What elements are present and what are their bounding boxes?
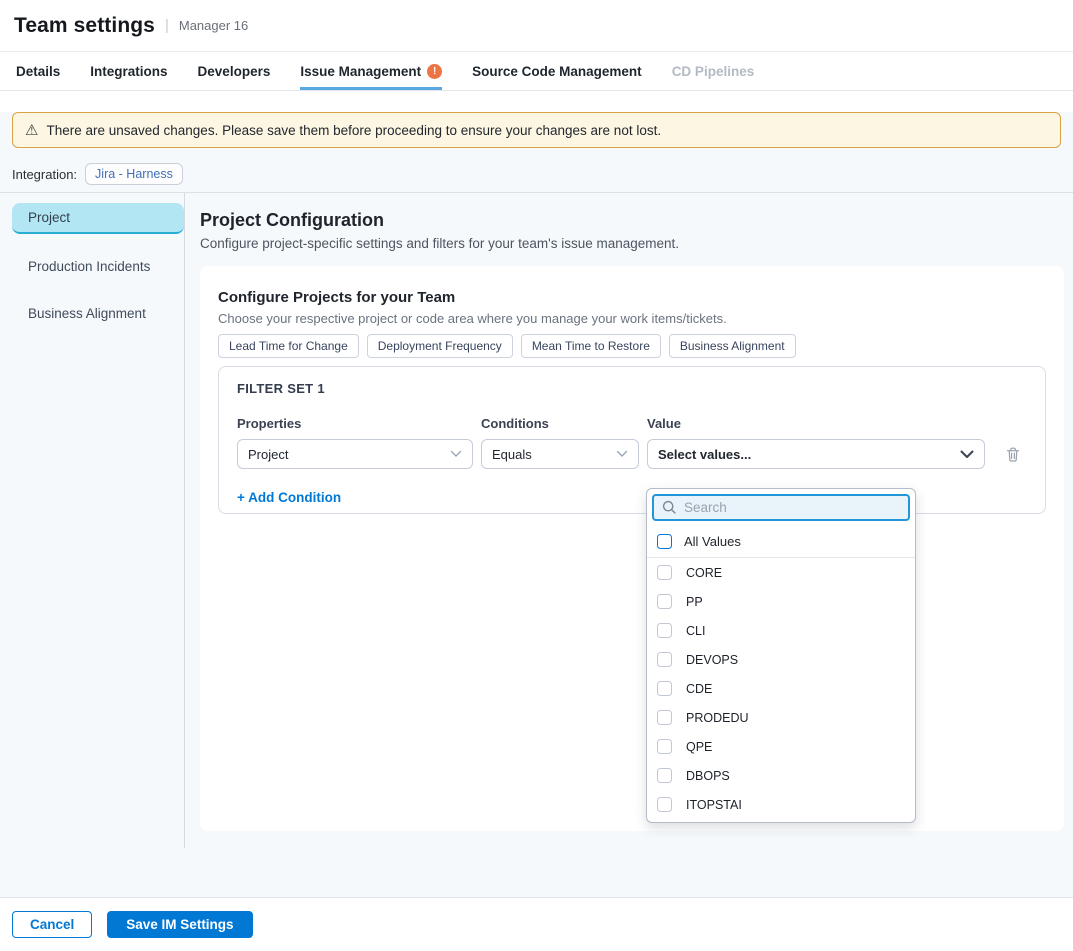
trash-icon: [1005, 446, 1021, 463]
configure-projects-card: Configure Projects for your Team Choose …: [200, 266, 1064, 831]
card-subtitle: Choose your respective project or code a…: [218, 311, 1046, 326]
integration-chip-jira-harness[interactable]: Jira - Harness: [85, 163, 183, 185]
column-conditions: Conditions: [481, 416, 639, 431]
save-im-settings-button[interactable]: Save IM Settings: [107, 911, 252, 938]
tab-developers[interactable]: Developers: [198, 52, 271, 90]
team-name-label: Manager 16: [179, 18, 248, 33]
option-qpe[interactable]: QPE: [647, 732, 915, 761]
checkbox[interactable]: [657, 739, 672, 754]
unsaved-changes-badge-icon: !: [427, 64, 442, 79]
unsaved-changes-banner: ⚠ There are unsaved changes. Please save…: [12, 112, 1061, 148]
footer-actions: Cancel Save IM Settings: [0, 897, 1073, 951]
option-dbops[interactable]: DBOPS: [647, 761, 915, 790]
option-cli[interactable]: CLI: [647, 616, 915, 645]
settings-tabbar: Details Integrations Developers Issue Ma…: [0, 52, 1073, 91]
main-panel: Project Configuration Configure project-…: [185, 193, 1073, 848]
integration-label: Integration:: [12, 167, 77, 182]
chip-deployment-frequency[interactable]: Deployment Frequency: [367, 334, 513, 358]
checkbox[interactable]: [657, 594, 672, 609]
metric-chip-row: Lead Time for Change Deployment Frequenc…: [218, 334, 1046, 358]
team-settings-page: Team settings | Manager 16 Details Integ…: [0, 0, 1073, 951]
all-values-option[interactable]: All Values: [647, 527, 915, 558]
column-properties: Properties: [237, 416, 473, 431]
option-cde[interactable]: CDE: [647, 674, 915, 703]
column-value: Value: [647, 416, 985, 431]
settings-sidebar: Project Production Incidents Business Al…: [0, 193, 185, 848]
option-core[interactable]: CORE: [647, 558, 915, 587]
filter-condition-row: Project Equals Select values...: [237, 439, 1027, 469]
sidebar-item-project[interactable]: Project: [12, 203, 184, 234]
section-subtitle: Configure project-specific settings and …: [200, 236, 1073, 251]
checkbox[interactable]: [657, 565, 672, 580]
filter-set-1: FILTER SET 1 Properties Conditions Value…: [218, 366, 1046, 514]
banner-text: There are unsaved changes. Please save t…: [46, 123, 661, 138]
section-title: Project Configuration: [200, 210, 1073, 231]
search-icon: [662, 500, 677, 515]
page-header: Team settings | Manager 16: [0, 0, 1073, 52]
option-devops[interactable]: DEVOPS: [647, 645, 915, 674]
checkbox[interactable]: [657, 710, 672, 725]
tab-details[interactable]: Details: [16, 52, 60, 90]
tab-cd-pipelines: CD Pipelines: [672, 52, 755, 90]
conditions-select[interactable]: Equals: [481, 439, 639, 469]
chevron-down-icon: [450, 450, 462, 458]
option-prodedu[interactable]: PRODEDU: [647, 703, 915, 732]
filter-column-headers: Properties Conditions Value: [237, 416, 1027, 431]
checkbox[interactable]: [657, 652, 672, 667]
add-condition-button[interactable]: + Add Condition: [237, 490, 341, 505]
delete-condition-button[interactable]: [1005, 446, 1027, 463]
option-pipe[interactable]: PIPE: [647, 819, 915, 823]
value-dropdown-panel: All Values CORE PP CLI DEVOPS CDE PRODED…: [646, 488, 916, 823]
filter-set-title: FILTER SET 1: [237, 381, 1027, 396]
cancel-button[interactable]: Cancel: [12, 911, 92, 938]
tab-source-code-management[interactable]: Source Code Management: [472, 52, 642, 90]
warning-icon: ⚠: [25, 123, 38, 138]
title-separator: |: [165, 17, 169, 34]
all-values-checkbox[interactable]: [657, 534, 672, 549]
chevron-down-icon: [616, 450, 628, 458]
checkbox[interactable]: [657, 681, 672, 696]
tab-issue-management[interactable]: Issue Management !: [300, 52, 442, 90]
option-itopstai[interactable]: ITOPSTAI: [647, 790, 915, 819]
sidebar-item-business-alignment[interactable]: Business Alignment: [12, 299, 184, 328]
dropdown-search-box: [652, 494, 910, 521]
integration-row: Integration: Jira - Harness: [12, 163, 1061, 185]
checkbox[interactable]: [657, 623, 672, 638]
chip-lead-time-for-change[interactable]: Lead Time for Change: [218, 334, 359, 358]
tab-integrations[interactable]: Integrations: [90, 52, 167, 90]
value-multiselect[interactable]: Select values...: [647, 439, 985, 469]
chip-mean-time-to-restore[interactable]: Mean Time to Restore: [521, 334, 661, 358]
chip-business-alignment[interactable]: Business Alignment: [669, 334, 796, 358]
option-pp[interactable]: PP: [647, 587, 915, 616]
sidebar-item-production-incidents[interactable]: Production Incidents: [12, 252, 184, 281]
chevron-down-icon: [960, 450, 974, 459]
card-title: Configure Projects for your Team: [218, 289, 1046, 306]
checkbox[interactable]: [657, 797, 672, 812]
dropdown-search-input[interactable]: [684, 500, 900, 515]
properties-select[interactable]: Project: [237, 439, 473, 469]
checkbox[interactable]: [657, 768, 672, 783]
page-title: Team settings: [14, 14, 155, 38]
